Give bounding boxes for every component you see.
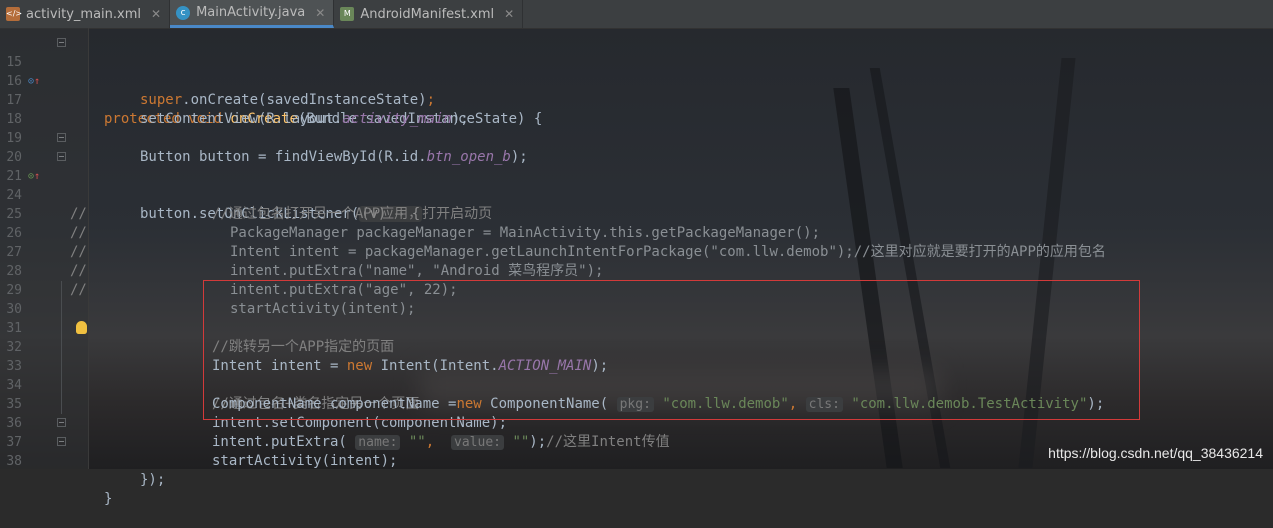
line-number: 38	[6, 454, 22, 469]
highlight-box	[203, 280, 1140, 420]
tab-main-activity-java[interactable]: c MainActivity.java ✕	[170, 0, 335, 28]
close-icon[interactable]: ✕	[504, 7, 514, 21]
code-line: 21 //通过包名打开另一个APP应用，打开启动页	[0, 148, 1273, 222]
fold-icon[interactable]	[57, 418, 66, 427]
code-line: 24 // PackageManager packageManager = Ma…	[0, 167, 1273, 241]
code-text: }	[104, 491, 113, 507]
fold-icon[interactable]	[57, 152, 66, 161]
code-line: 15 ⊙↑ protected void onCreate(Bundle sav…	[0, 34, 1273, 127]
code-line: 29	[0, 262, 1273, 298]
watermark: https://blog.csdn.net/qq_38436214	[1048, 445, 1263, 461]
code-line: 26 // intent.putExtra("name", "Android 菜…	[0, 205, 1273, 279]
code-editor[interactable]: 15 ⊙↑ protected void onCreate(Bundle sav…	[0, 28, 1273, 507]
code-line: 28 // startActivity(intent);	[0, 243, 1273, 317]
code-line: 20 ⊙↑ button.setOnClickListener((v) → {	[0, 129, 1273, 222]
close-icon[interactable]: ✕	[315, 6, 325, 20]
java-class-icon: c	[176, 5, 191, 20]
manifest-file-icon: M	[340, 7, 355, 21]
code-line: 16 super.onCreate(savedInstanceState);	[0, 53, 1273, 108]
code-line: 27 // intent.putExtra("age", 22);	[0, 224, 1273, 298]
xml-file-icon: </>	[6, 7, 22, 21]
code-text: });	[140, 472, 166, 488]
code-line: 18	[0, 91, 1273, 127]
fold-icon[interactable]	[57, 38, 66, 47]
tab-android-manifest-xml[interactable]: M AndroidManifest.xml ✕	[334, 0, 524, 28]
code-line: 17 setContentView(R.layout.activity_main…	[0, 72, 1273, 127]
code-text: startActivity(intent);	[212, 453, 398, 469]
editor-tab-bar: </> activity_main.xml ✕ c MainActivity.j…	[0, 0, 1273, 29]
tab-activity-main-xml[interactable]: </> activity_main.xml ✕	[0, 0, 171, 28]
fold-icon[interactable]	[57, 437, 66, 446]
fold-icon[interactable]	[57, 133, 66, 142]
lightbulb-icon[interactable]	[76, 321, 87, 334]
code-line: 25 // Intent intent = packageManager.get…	[0, 186, 1273, 260]
tab-label: MainActivity.java	[196, 5, 306, 20]
tab-label: AndroidManifest.xml	[360, 6, 495, 22]
close-icon[interactable]: ✕	[151, 7, 161, 21]
code-line: 19 Button button = findViewById(R.id.btn…	[0, 110, 1273, 165]
tab-label: activity_main.xml	[26, 6, 142, 22]
